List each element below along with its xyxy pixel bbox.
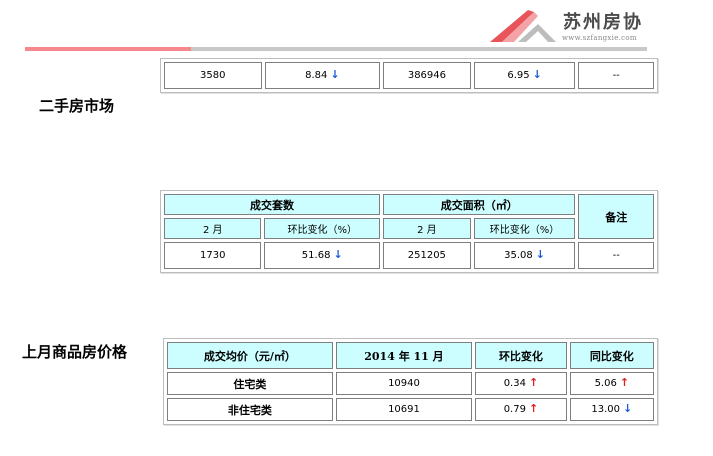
header-bar <box>191 47 647 51</box>
table-cell: 0.79 ↑ <box>475 398 567 421</box>
logo-quill-icon <box>490 10 556 42</box>
table-cell: 10691 <box>335 398 473 421</box>
logo-url: www.szfangxie.com <box>562 34 637 42</box>
section-title-second-hand: 二手房市场 <box>39 97 115 115</box>
table-cell: -- <box>578 242 654 269</box>
table-cell: 10940 <box>335 372 473 395</box>
header-bar-accent <box>25 47 191 51</box>
arrow-up-icon: ↑ <box>528 402 539 415</box>
subheader-month: 2 月 <box>383 218 471 239</box>
arrow-down-icon: ↓ <box>532 68 542 81</box>
header-volume: 成交套数 <box>164 194 381 215</box>
subheader-change: 环比变化（%） <box>473 218 576 239</box>
arrow-down-icon: ↓ <box>623 402 633 415</box>
table-header-row: 成交均价（元/㎡） 2014 年 11 月 环比变化 同比变化 <box>167 342 654 369</box>
table-row: 1730 51.68 ↓ 251205 35.08 ↓ -- <box>164 242 654 269</box>
arrow-down-icon: ↓ <box>330 68 340 81</box>
second-hand-table: 成交套数 成交面积（㎡） 备注 2 月 环比变化（%） 2 月 环比变化（%） … <box>160 190 658 273</box>
table-cell: 3580 <box>164 62 262 89</box>
subheader-month: 2 月 <box>164 218 262 239</box>
table-cell: 0.34 ↑ <box>475 372 567 395</box>
site-logo[interactable]: 苏州房协 www.szfangxie.com <box>488 4 658 48</box>
table-cell: -- <box>578 62 654 89</box>
table-row: 非住宅类 10691 0.79 ↑ 13.00 ↓ <box>167 398 654 421</box>
header-month: 2014 年 11 月 <box>335 342 473 369</box>
row-label: 住宅类 <box>167 372 333 395</box>
table-row: 住宅类 10940 0.34 ↑ 5.06 ↑ <box>167 372 654 395</box>
arrow-down-icon: ↓ <box>333 248 343 261</box>
table-header-row: 成交套数 成交面积（㎡） 备注 <box>164 194 654 239</box>
table-cell: 1730 <box>164 242 262 269</box>
logo-text: 苏州房协 <box>563 12 643 33</box>
arrow-up-icon: ↑ <box>619 376 630 389</box>
table-cell: 386946 <box>383 62 471 89</box>
header-avg-price: 成交均价（元/㎡） <box>167 342 333 369</box>
table-cell: 8.84 ↓ <box>264 62 381 89</box>
table-cell: 35.08 ↓ <box>473 242 576 269</box>
table-cell: 251205 <box>383 242 471 269</box>
table-cell: 5.06 ↑ <box>569 372 654 395</box>
table-cell: 6.95 ↓ <box>473 62 576 89</box>
header-note: 备注 <box>578 194 654 239</box>
arrow-down-icon: ↓ <box>535 248 545 261</box>
table-row: 3580 8.84 ↓ 386946 6.95 ↓ -- <box>164 62 654 89</box>
table-cell: 51.68 ↓ <box>264 242 381 269</box>
subheader-change: 环比变化（%） <box>264 218 381 239</box>
row-label: 非住宅类 <box>167 398 333 421</box>
price-table: 成交均价（元/㎡） 2014 年 11 月 环比变化 同比变化 住宅类 1094… <box>163 338 658 425</box>
header-area: 成交面积（㎡） <box>383 194 576 215</box>
new-house-table: 3580 8.84 ↓ 386946 6.95 ↓ -- <box>160 58 658 93</box>
header-yoy: 同比变化 <box>569 342 654 369</box>
header-mom: 环比变化 <box>475 342 567 369</box>
section-title-price: 上月商品房价格 <box>22 343 128 361</box>
arrow-up-icon: ↑ <box>528 376 539 389</box>
table-cell: 13.00 ↓ <box>569 398 654 421</box>
